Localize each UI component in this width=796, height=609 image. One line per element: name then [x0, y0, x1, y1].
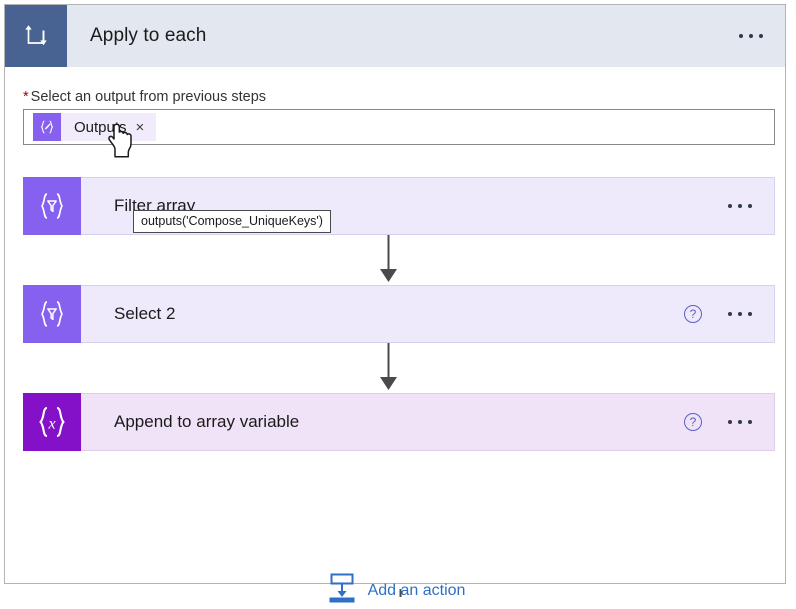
- compose-token-icon: [33, 113, 61, 141]
- token-expression-tooltip: outputs('Compose_UniqueKeys'): [133, 210, 331, 233]
- more-dot: [738, 312, 742, 316]
- more-dot: [749, 34, 753, 38]
- connector-arrow-svg: [380, 343, 397, 390]
- action-more-button[interactable]: [720, 198, 760, 214]
- loop-icon: [5, 5, 67, 67]
- more-dot: [739, 34, 743, 38]
- more-dot: [738, 420, 742, 424]
- close-icon[interactable]: ×: [136, 120, 157, 135]
- svg-text:x: x: [47, 415, 55, 432]
- action-more-button[interactable]: [720, 306, 760, 322]
- scope-header[interactable]: Apply to each: [5, 5, 785, 67]
- insert-action-icon-svg: [329, 573, 355, 603]
- field-label: * Select an output from previous steps: [23, 89, 266, 105]
- more-dot: [748, 420, 752, 424]
- connector-filter-to-select: [5, 235, 796, 283]
- scope-body: * Select an output from previous steps Ou…: [5, 67, 785, 603]
- more-dot: [728, 420, 732, 424]
- token-label: Outputs: [74, 118, 127, 136]
- card-actions: ?: [684, 305, 774, 323]
- card-actions: [720, 198, 774, 214]
- more-dot: [728, 204, 732, 208]
- card-actions: ?: [684, 413, 774, 431]
- more-dot: [728, 312, 732, 316]
- help-icon[interactable]: ?: [684, 305, 702, 323]
- action-title: Append to array variable: [114, 412, 300, 431]
- compose-token-icon-svg: [40, 120, 54, 134]
- more-dot: [748, 204, 752, 208]
- page-title: Apply to each: [90, 25, 207, 46]
- outputs-token-chip[interactable]: Outputs ×: [33, 113, 157, 141]
- insert-action-icon: [327, 572, 357, 609]
- action-card-select-2[interactable]: Select 2 ?: [23, 284, 775, 343]
- scope-more-button[interactable]: [731, 5, 771, 67]
- field-label-text: Select an output from previous steps: [30, 89, 267, 105]
- filter-array-icon: [23, 176, 81, 235]
- variable-x-icon-svg: x: [39, 406, 65, 437]
- connector-arrow-svg: [380, 235, 397, 282]
- apply-to-each-scope-card: Apply to each * Select an output from pre…: [4, 4, 786, 603]
- add-action-button[interactable]: Add an action: [5, 572, 787, 609]
- add-action-label: Add an action: [367, 581, 466, 599]
- action-more-button[interactable]: [720, 414, 760, 430]
- filter-array-icon-svg: [41, 192, 63, 219]
- select-output-input[interactable]: Outputs ×: [23, 109, 775, 145]
- more-dot: [738, 204, 742, 208]
- connector-select-to-append: [5, 343, 796, 391]
- more-dot: [748, 312, 752, 316]
- required-asterisk: *: [23, 89, 29, 105]
- select-array-icon-svg: [41, 300, 63, 327]
- variable-x-icon: x: [23, 392, 81, 451]
- loop-icon-svg: [25, 25, 47, 46]
- action-title: Select 2: [114, 304, 176, 323]
- action-card-append-to-array-variable[interactable]: x Append to array variable ?: [23, 392, 775, 451]
- more-dot: [759, 34, 763, 38]
- select-array-icon: [23, 284, 81, 343]
- help-icon[interactable]: ?: [684, 413, 702, 431]
